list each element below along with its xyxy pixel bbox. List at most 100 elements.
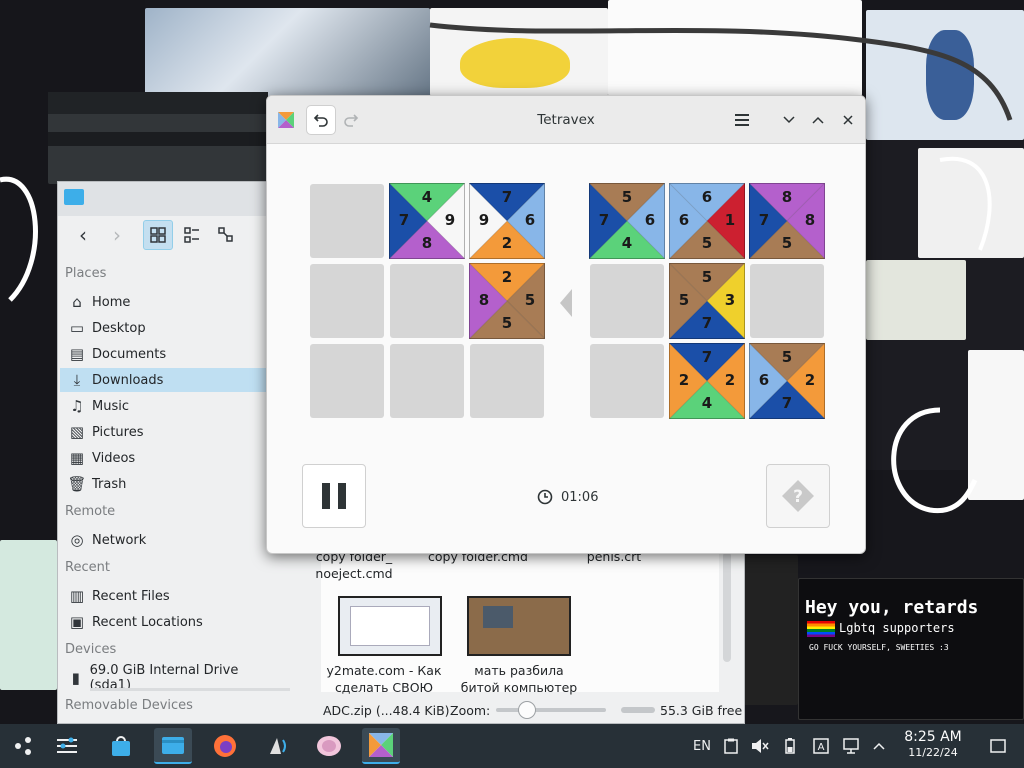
file-item[interactable]: y2mate.com - Как сделать СВОЮ bbox=[319, 662, 449, 696]
places-item-recent-files[interactable]: ▥ Recent Files bbox=[60, 584, 266, 608]
tile-number-right: 9 bbox=[444, 211, 456, 229]
tile-number-top: 2 bbox=[501, 268, 513, 286]
main-menu-button[interactable] bbox=[727, 105, 757, 135]
close-button[interactable] bbox=[833, 105, 863, 135]
places-item-music[interactable]: ♫ Music bbox=[60, 394, 266, 418]
zoom-slider[interactable] bbox=[496, 708, 606, 712]
places-item-downloads[interactable]: ⤓ Downloads bbox=[60, 368, 266, 392]
places-item-network[interactable]: ◎ Network bbox=[60, 528, 266, 552]
tile-number-left: 5 bbox=[678, 291, 690, 309]
board-tile[interactable]: 4987 bbox=[389, 183, 465, 259]
maximize-button[interactable] bbox=[803, 105, 833, 135]
discover-store-task[interactable] bbox=[102, 728, 140, 764]
tile-number-right: 6 bbox=[644, 211, 656, 229]
dolphin-task[interactable] bbox=[154, 728, 192, 764]
tile-number-bottom: 5 bbox=[781, 234, 793, 252]
pool-tile[interactable]: 7242 bbox=[669, 343, 745, 419]
redo-icon bbox=[344, 114, 359, 127]
board-empty-slot[interactable] bbox=[390, 264, 464, 338]
svg-text:?: ? bbox=[793, 487, 803, 507]
pause-button[interactable] bbox=[302, 464, 366, 528]
firefox-task[interactable] bbox=[206, 728, 244, 764]
zoom-slider-handle[interactable] bbox=[518, 701, 536, 719]
ball-app-task[interactable] bbox=[310, 728, 348, 764]
places-item-documents[interactable]: ▤ Documents bbox=[60, 342, 266, 366]
video-thumbnail[interactable] bbox=[467, 596, 571, 656]
battery-tray-button[interactable] bbox=[780, 732, 800, 760]
undo-button[interactable] bbox=[306, 105, 336, 135]
tile-number-bottom: 7 bbox=[701, 314, 713, 332]
pool-tile[interactable]: 5276 bbox=[749, 343, 825, 419]
tetravex-task[interactable] bbox=[362, 728, 400, 764]
system-settings-task[interactable] bbox=[48, 728, 86, 764]
board-empty-slot[interactable] bbox=[470, 344, 544, 418]
compact-view-button[interactable] bbox=[177, 220, 207, 250]
places-item-pictures[interactable]: ▧ Pictures bbox=[60, 420, 266, 444]
pool-tile[interactable]: 8857 bbox=[749, 183, 825, 259]
audio-app-task[interactable] bbox=[260, 728, 298, 764]
desktop-icon: ▭ bbox=[69, 319, 85, 337]
places-item-label: Pictures bbox=[92, 424, 144, 440]
dolphin-file-manager-icon bbox=[162, 737, 184, 754]
places-item-label: Trash bbox=[92, 476, 127, 492]
volume-tray-button[interactable] bbox=[748, 732, 772, 760]
pause-icon bbox=[322, 483, 346, 509]
pool-empty-slot[interactable] bbox=[590, 344, 664, 418]
file-name-line: noeject.cmd bbox=[315, 566, 393, 581]
places-item-desktop[interactable]: ▭ Desktop bbox=[60, 316, 266, 340]
board-tile[interactable]: 7629 bbox=[469, 183, 545, 259]
pool-tile[interactable]: 5375 bbox=[669, 263, 745, 339]
minimize-button[interactable] bbox=[774, 105, 804, 135]
tile-number-left: 9 bbox=[478, 211, 490, 229]
question-mark-icon: ? bbox=[782, 480, 814, 512]
file-item[interactable]: мать разбила битой компьютер bbox=[454, 662, 584, 696]
tile-number-bottom: 4 bbox=[621, 234, 633, 252]
board-empty-slot[interactable] bbox=[310, 184, 384, 258]
file-view-scrollbar[interactable] bbox=[723, 552, 731, 662]
board-empty-slot[interactable] bbox=[390, 344, 464, 418]
board-empty-slot[interactable] bbox=[310, 264, 384, 338]
input-method-tray-button[interactable]: A bbox=[810, 732, 832, 760]
places-item-label: Network bbox=[92, 532, 147, 548]
details-view-button[interactable] bbox=[211, 220, 241, 250]
places-item-label: Videos bbox=[92, 450, 136, 466]
timer-value: 01:06 bbox=[561, 489, 599, 505]
file-view: copy folder_ noeject.cmd copy folder.cmd… bbox=[315, 542, 719, 695]
back-button[interactable]: ‹ bbox=[68, 220, 98, 250]
places-item-home[interactable]: ⌂ Home bbox=[60, 290, 266, 314]
places-item-trash[interactable]: 🗑 Trash bbox=[60, 472, 266, 496]
battery-icon bbox=[785, 738, 795, 754]
chevron-left-icon: ‹ bbox=[79, 223, 87, 247]
removable-devices-header: Removable Devices bbox=[65, 698, 193, 713]
show-hidden-icons-button[interactable] bbox=[868, 732, 890, 760]
hint-button[interactable]: ? bbox=[766, 464, 830, 528]
tile-number-left: 2 bbox=[678, 371, 690, 389]
trash-icon: 🗑 bbox=[67, 475, 87, 493]
tile-number-top: 6 bbox=[701, 188, 713, 206]
places-item-label: Music bbox=[92, 398, 129, 414]
clipboard-tray-button[interactable] bbox=[720, 732, 742, 760]
move-left-arrow-icon[interactable] bbox=[560, 289, 572, 317]
application-launcher[interactable] bbox=[4, 728, 42, 764]
redo-button[interactable] bbox=[336, 105, 366, 135]
pool-empty-slot[interactable] bbox=[750, 264, 824, 338]
peek-desktop-button[interactable] bbox=[986, 732, 1010, 760]
video-thumbnail[interactable] bbox=[338, 596, 442, 656]
board-empty-slot[interactable] bbox=[310, 344, 384, 418]
ball-app-icon bbox=[317, 736, 341, 756]
places-item-69-0-gib-internal-drive-sda1[interactable]: ▮ 69.0 GiB Internal Drive (sda1) bbox=[60, 663, 266, 693]
pool-tile[interactable]: 6156 bbox=[669, 183, 745, 259]
board-tile[interactable]: 2558 bbox=[469, 263, 545, 339]
audio-app-icon bbox=[270, 738, 286, 754]
svg-text:A: A bbox=[818, 742, 825, 753]
icons-view-button[interactable] bbox=[143, 220, 173, 250]
network-tray-button[interactable] bbox=[840, 732, 862, 760]
places-item-videos[interactable]: ▦ Videos bbox=[60, 446, 266, 470]
pool-tile[interactable]: 5647 bbox=[589, 183, 665, 259]
pool-empty-slot[interactable] bbox=[590, 264, 664, 338]
digital-clock[interactable]: 8:25 AM 11/22/24 bbox=[894, 730, 972, 760]
places-item-recent-locations[interactable]: ▣ Recent Locations bbox=[60, 610, 266, 634]
recent-header: Recent bbox=[65, 560, 110, 575]
keyboard-layout-indicator[interactable]: EN bbox=[688, 732, 716, 760]
forward-button[interactable]: › bbox=[102, 220, 132, 250]
